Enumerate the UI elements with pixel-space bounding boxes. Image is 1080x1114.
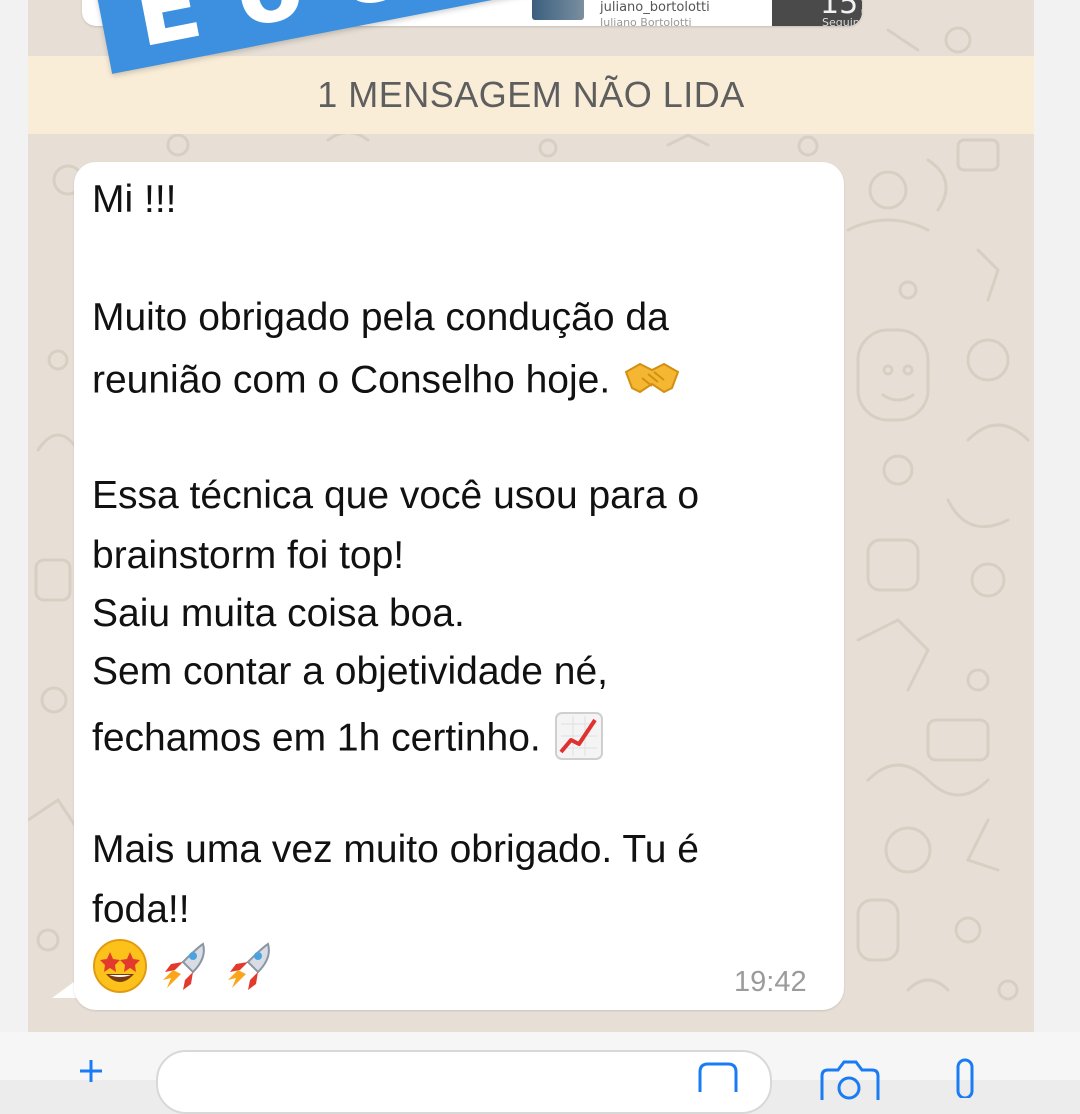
message-bubble[interactable] [74,162,844,1010]
message-line: fechamos em 1h certinho. [92,712,603,768]
chart-increasing-icon [554,712,603,768]
rocket-icon [228,942,271,990]
message-timestamp: 19:42 [734,966,807,998]
trailing-emoji-row [92,938,282,998]
message-line: foda!! [92,888,190,931]
plus-icon[interactable] [80,1060,102,1082]
message-line: brainstorm foi top! [92,534,405,577]
message-line: Mais uma vez muito obrigado. Tu é [92,828,699,871]
message-line: Saiu muita coisa boa. [92,592,465,635]
message-text-field[interactable] [156,1050,772,1114]
camera-icon[interactable] [818,1060,880,1100]
unread-divider: 1 MENSAGEM NÃO LIDA [28,56,1034,134]
unread-divider-label: 1 MENSAGEM NÃO LIDA [317,74,745,115]
microphone-icon[interactable] [948,1058,982,1098]
rocket-icon [163,942,205,990]
handshake-icon [624,358,680,406]
star-struck-icon [93,939,147,993]
story-follow-status: Seguindo [822,16,862,26]
story-username: juliano_bortolotti [600,0,710,15]
message-line: Essa técnica que você usou para o [92,474,700,517]
message-line: Sem contar a objetividade né, [92,650,608,693]
message-line: Mi !!! [92,178,177,221]
sticker-icon[interactable] [694,1062,742,1092]
story-display-name: Juliano Bortolotti [600,16,692,26]
left-margin [0,0,28,1080]
message-line: Muito obrigado pela condução da [92,296,669,339]
story-thumbnail [532,0,584,20]
message-line: reunião com o Conselho hoje. [92,358,680,406]
right-margin [1034,0,1080,1080]
